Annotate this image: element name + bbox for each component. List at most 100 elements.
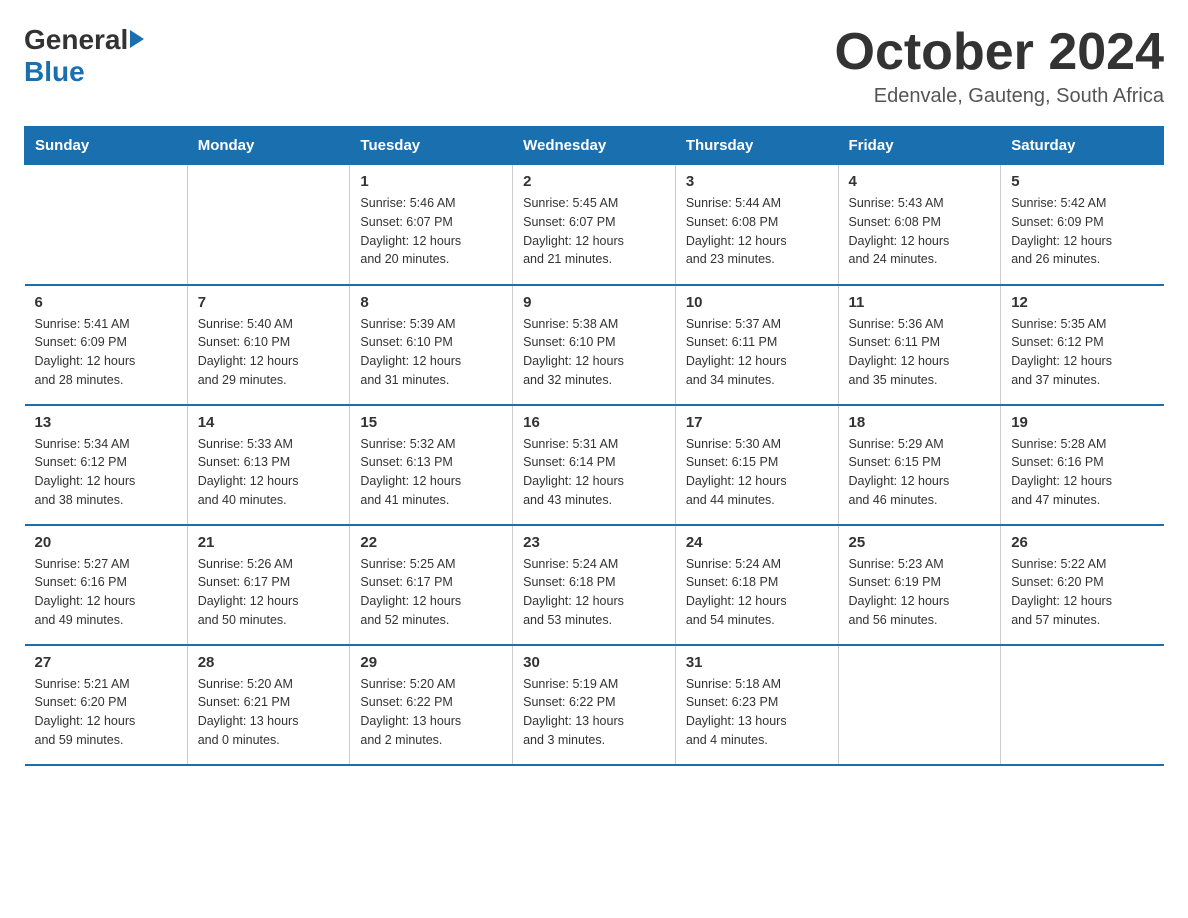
day-number: 26 bbox=[1011, 534, 1153, 551]
day-info: Sunrise: 5:37 AM Sunset: 6:11 PM Dayligh… bbox=[686, 315, 828, 390]
day-number: 22 bbox=[360, 534, 502, 551]
calendar-cell bbox=[1001, 645, 1164, 765]
day-info: Sunrise: 5:44 AM Sunset: 6:08 PM Dayligh… bbox=[686, 194, 828, 269]
calendar-cell: 15Sunrise: 5:32 AM Sunset: 6:13 PM Dayli… bbox=[350, 405, 513, 525]
calendar-cell: 6Sunrise: 5:41 AM Sunset: 6:09 PM Daylig… bbox=[25, 285, 188, 405]
day-number: 27 bbox=[35, 654, 177, 671]
header-day-sunday: Sunday bbox=[25, 127, 188, 165]
calendar-week-4: 20 Sunrise: 5:27 AM Sunset: 6:16 PM Dayli… bbox=[25, 525, 1164, 645]
calendar-cell: 13Sunrise: 5:34 AM Sunset: 6:12 PM Dayli… bbox=[25, 405, 188, 525]
calendar-cell: 31Sunrise: 5:18 AM Sunset: 6:23 PM Dayli… bbox=[675, 645, 838, 765]
day-info: Sunrise: 5:35 AM Sunset: 6:12 PM Dayligh… bbox=[1011, 315, 1153, 390]
day-number: 21 bbox=[198, 534, 340, 551]
calendar-week-1: 1 Sunrise: 5:46 AM Sunset: 6:07 PM Daylig… bbox=[25, 165, 1164, 285]
day-number: 25 bbox=[849, 534, 991, 551]
day-number: 30 bbox=[523, 654, 665, 671]
day-info: Sunrise: 5:19 AM Sunset: 6:22 PM Dayligh… bbox=[523, 675, 665, 750]
location-text: Edenvale, Gauteng, South Africa bbox=[835, 85, 1165, 108]
logo-general-text: General bbox=[24, 24, 128, 56]
calendar-cell: 1 Sunrise: 5:46 AM Sunset: 6:07 PM Daylig… bbox=[350, 165, 513, 285]
day-number: 5 bbox=[1011, 173, 1153, 190]
calendar-cell: 19 Sunrise: 5:28 AM Sunset: 6:16 PM Dayli… bbox=[1001, 405, 1164, 525]
day-number: 13 bbox=[35, 414, 177, 431]
day-info: Sunrise: 5:45 AM Sunset: 6:07 PM Dayligh… bbox=[523, 194, 665, 269]
month-title: October 2024 bbox=[835, 24, 1165, 81]
calendar-cell: 16 Sunrise: 5:31 AM Sunset: 6:14 PM Dayli… bbox=[513, 405, 676, 525]
header-day-saturday: Saturday bbox=[1001, 127, 1164, 165]
calendar-cell: 18 Sunrise: 5:29 AM Sunset: 6:15 PM Dayli… bbox=[838, 405, 1001, 525]
day-info: Sunrise: 5:40 AM Sunset: 6:10 PM Dayligh… bbox=[198, 315, 340, 390]
day-number: 20 bbox=[35, 534, 177, 551]
day-info: Sunrise: 5:20 AM Sunset: 6:22 PM Dayligh… bbox=[360, 675, 502, 750]
day-number: 31 bbox=[686, 654, 828, 671]
day-info: Sunrise: 5:28 AM Sunset: 6:16 PM Dayligh… bbox=[1011, 435, 1153, 510]
title-block: October 2024 Edenvale, Gauteng, South Af… bbox=[835, 24, 1165, 108]
day-info: Sunrise: 5:38 AM Sunset: 6:10 PM Dayligh… bbox=[523, 315, 665, 390]
calendar-cell: 23 Sunrise: 5:24 AM Sunset: 6:18 PM Dayli… bbox=[513, 525, 676, 645]
calendar-body: 1 Sunrise: 5:46 AM Sunset: 6:07 PM Daylig… bbox=[25, 165, 1164, 765]
page-header: General Blue October 2024 Edenvale, Gaut… bbox=[24, 24, 1164, 108]
day-number: 4 bbox=[849, 173, 991, 190]
calendar-cell: 10 Sunrise: 5:37 AM Sunset: 6:11 PM Dayli… bbox=[675, 285, 838, 405]
calendar-cell: 29 Sunrise: 5:20 AM Sunset: 6:22 PM Dayli… bbox=[350, 645, 513, 765]
calendar-cell: 9 Sunrise: 5:38 AM Sunset: 6:10 PM Daylig… bbox=[513, 285, 676, 405]
day-info: Sunrise: 5:22 AM Sunset: 6:20 PM Dayligh… bbox=[1011, 555, 1153, 630]
day-info: Sunrise: 5:24 AM Sunset: 6:18 PM Dayligh… bbox=[686, 555, 828, 630]
day-info: Sunrise: 5:43 AM Sunset: 6:08 PM Dayligh… bbox=[849, 194, 991, 269]
day-number: 9 bbox=[523, 294, 665, 311]
header-day-friday: Friday bbox=[838, 127, 1001, 165]
day-info: Sunrise: 5:25 AM Sunset: 6:17 PM Dayligh… bbox=[360, 555, 502, 630]
calendar-cell: 30 Sunrise: 5:19 AM Sunset: 6:22 PM Dayli… bbox=[513, 645, 676, 765]
header-day-wednesday: Wednesday bbox=[513, 127, 676, 165]
day-number: 1 bbox=[360, 173, 502, 190]
day-number: 16 bbox=[523, 414, 665, 431]
calendar-cell: 2 Sunrise: 5:45 AM Sunset: 6:07 PM Daylig… bbox=[513, 165, 676, 285]
day-info: Sunrise: 5:31 AM Sunset: 6:14 PM Dayligh… bbox=[523, 435, 665, 510]
header-day-tuesday: Tuesday bbox=[350, 127, 513, 165]
calendar-cell: 26 Sunrise: 5:22 AM Sunset: 6:20 PM Dayli… bbox=[1001, 525, 1164, 645]
day-info: Sunrise: 5:41 AM Sunset: 6:09 PM Dayligh… bbox=[35, 315, 177, 390]
day-number: 2 bbox=[523, 173, 665, 190]
calendar-week-5: 27 Sunrise: 5:21 AM Sunset: 6:20 PM Dayli… bbox=[25, 645, 1164, 765]
day-info: Sunrise: 5:26 AM Sunset: 6:17 PM Dayligh… bbox=[198, 555, 340, 630]
calendar-cell: 20 Sunrise: 5:27 AM Sunset: 6:16 PM Dayli… bbox=[25, 525, 188, 645]
day-info: Sunrise: 5:29 AM Sunset: 6:15 PM Dayligh… bbox=[849, 435, 991, 510]
calendar-cell: 4 Sunrise: 5:43 AM Sunset: 6:08 PM Daylig… bbox=[838, 165, 1001, 285]
calendar-cell: 11Sunrise: 5:36 AM Sunset: 6:11 PM Dayli… bbox=[838, 285, 1001, 405]
day-number: 3 bbox=[686, 173, 828, 190]
calendar-cell bbox=[25, 165, 188, 285]
header-day-thursday: Thursday bbox=[675, 127, 838, 165]
calendar-cell: 24Sunrise: 5:24 AM Sunset: 6:18 PM Dayli… bbox=[675, 525, 838, 645]
calendar-header: SundayMondayTuesdayWednesdayThursdayFrid… bbox=[25, 127, 1164, 165]
day-info: Sunrise: 5:21 AM Sunset: 6:20 PM Dayligh… bbox=[35, 675, 177, 750]
calendar-cell: 22 Sunrise: 5:25 AM Sunset: 6:17 PM Dayli… bbox=[350, 525, 513, 645]
day-number: 29 bbox=[360, 654, 502, 671]
day-number: 8 bbox=[360, 294, 502, 311]
day-info: Sunrise: 5:46 AM Sunset: 6:07 PM Dayligh… bbox=[360, 194, 502, 269]
calendar-table: SundayMondayTuesdayWednesdayThursdayFrid… bbox=[24, 126, 1164, 766]
day-info: Sunrise: 5:24 AM Sunset: 6:18 PM Dayligh… bbox=[523, 555, 665, 630]
header-row: SundayMondayTuesdayWednesdayThursdayFrid… bbox=[25, 127, 1164, 165]
day-number: 23 bbox=[523, 534, 665, 551]
calendar-cell: 8 Sunrise: 5:39 AM Sunset: 6:10 PM Daylig… bbox=[350, 285, 513, 405]
day-number: 18 bbox=[849, 414, 991, 431]
day-number: 10 bbox=[686, 294, 828, 311]
calendar-week-2: 6Sunrise: 5:41 AM Sunset: 6:09 PM Daylig… bbox=[25, 285, 1164, 405]
day-info: Sunrise: 5:23 AM Sunset: 6:19 PM Dayligh… bbox=[849, 555, 991, 630]
day-info: Sunrise: 5:39 AM Sunset: 6:10 PM Dayligh… bbox=[360, 315, 502, 390]
day-number: 14 bbox=[198, 414, 340, 431]
day-number: 28 bbox=[198, 654, 340, 671]
day-info: Sunrise: 5:32 AM Sunset: 6:13 PM Dayligh… bbox=[360, 435, 502, 510]
day-info: Sunrise: 5:36 AM Sunset: 6:11 PM Dayligh… bbox=[849, 315, 991, 390]
calendar-cell: 14 Sunrise: 5:33 AM Sunset: 6:13 PM Dayli… bbox=[187, 405, 350, 525]
day-info: Sunrise: 5:27 AM Sunset: 6:16 PM Dayligh… bbox=[35, 555, 177, 630]
day-number: 19 bbox=[1011, 414, 1153, 431]
calendar-cell bbox=[838, 645, 1001, 765]
calendar-cell: 17Sunrise: 5:30 AM Sunset: 6:15 PM Dayli… bbox=[675, 405, 838, 525]
day-number: 7 bbox=[198, 294, 340, 311]
calendar-cell bbox=[187, 165, 350, 285]
calendar-cell: 7 Sunrise: 5:40 AM Sunset: 6:10 PM Daylig… bbox=[187, 285, 350, 405]
calendar-cell: 5Sunrise: 5:42 AM Sunset: 6:09 PM Daylig… bbox=[1001, 165, 1164, 285]
calendar-cell: 25 Sunrise: 5:23 AM Sunset: 6:19 PM Dayli… bbox=[838, 525, 1001, 645]
day-info: Sunrise: 5:33 AM Sunset: 6:13 PM Dayligh… bbox=[198, 435, 340, 510]
